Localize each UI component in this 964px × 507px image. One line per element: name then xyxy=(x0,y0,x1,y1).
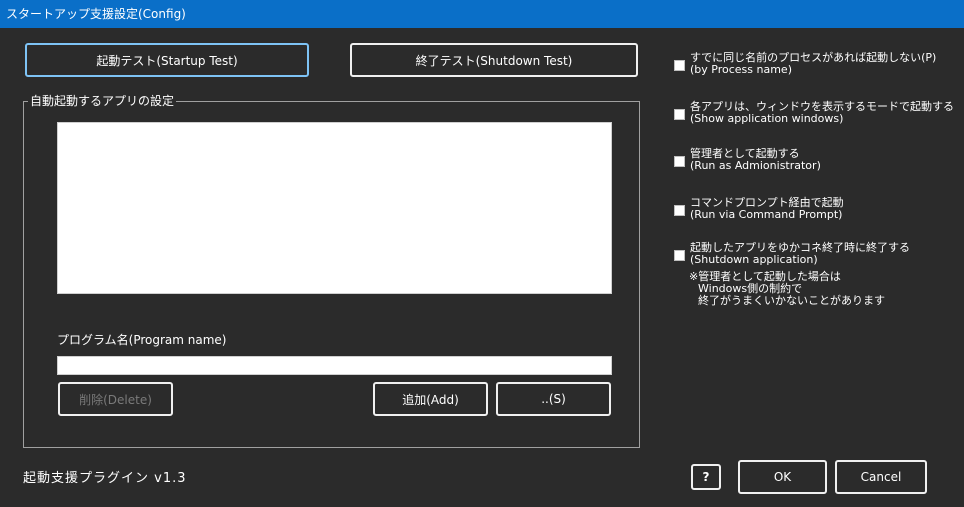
checkbox[interactable] xyxy=(674,205,685,216)
checkbox[interactable] xyxy=(674,156,685,167)
program-name-label: プログラム名(Program name) xyxy=(57,333,227,347)
config-window: スタートアップ支援設定(Config) 起動テスト(Startup Test) … xyxy=(0,0,964,507)
startup-test-button[interactable]: 起動テスト(Startup Test) xyxy=(25,43,309,77)
add-button[interactable]: 追加(Add) xyxy=(373,382,488,416)
checkbox[interactable] xyxy=(674,60,685,71)
cancel-button[interactable]: Cancel xyxy=(835,460,927,494)
option-shutdown-app[interactable]: 起動したアプリをゆかコネ終了時に終了する (Shutdown applicati… xyxy=(674,242,910,266)
note-line: 終了がうまくいかないことがあります xyxy=(698,294,885,307)
option-sublabel: (Shutdown application) xyxy=(690,253,818,266)
program-name-input[interactable] xyxy=(57,356,612,375)
option-sublabel: (Run via Command Prompt) xyxy=(690,208,843,221)
help-button[interactable]: ? xyxy=(691,464,721,490)
checkbox[interactable] xyxy=(674,109,685,120)
admin-note: ※管理者として起動した場合は Windows側の制約で 終了がうまくいかないこと… xyxy=(689,271,885,307)
plugin-version-label: 起動支援プラグイン v1.3 xyxy=(23,471,187,486)
shutdown-test-button[interactable]: 終了テスト(Shutdown Test) xyxy=(350,43,638,77)
option-sublabel: (Show application windows) xyxy=(690,112,844,125)
window-title: スタートアップ支援設定(Config) xyxy=(0,0,964,28)
option-run-as-admin[interactable]: 管理者として起動する (Run as Admionistrator) xyxy=(674,148,821,172)
browse-button[interactable]: ..(S) xyxy=(496,382,611,416)
option-sublabel: (Run as Admionistrator) xyxy=(690,159,821,172)
option-show-windows[interactable]: 各アプリは、ウィンドウを表示するモードで起動する (Show applicati… xyxy=(674,101,954,125)
option-by-process-name[interactable]: すでに同じ名前のプロセスがあれば起動しない(P) (by Process nam… xyxy=(674,52,936,76)
option-sublabel: (by Process name) xyxy=(690,63,792,76)
ok-button[interactable]: OK xyxy=(738,460,827,494)
app-settings-group-title: 自動起動するアプリの設定 xyxy=(28,94,177,108)
checkbox[interactable] xyxy=(674,250,685,261)
delete-button[interactable]: 削除(Delete) xyxy=(58,382,173,416)
option-run-via-cmd[interactable]: コマンドプロンプト経由で起動 (Run via Command Prompt) xyxy=(674,197,844,221)
program-list[interactable] xyxy=(57,122,612,294)
